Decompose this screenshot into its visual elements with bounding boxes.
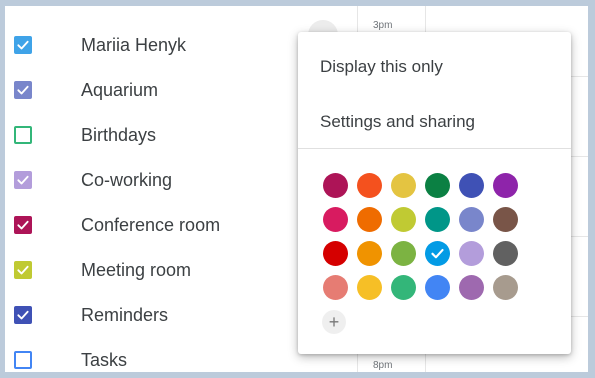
color-swatch[interactable] xyxy=(425,173,450,198)
calendar-checkbox[interactable] xyxy=(14,351,32,369)
calendar-item[interactable]: Tasks xyxy=(5,342,305,372)
calendar-checkbox[interactable] xyxy=(14,216,32,234)
color-swatch[interactable] xyxy=(459,275,484,300)
calendar-item-label: Aquarium xyxy=(81,79,159,100)
color-swatch[interactable] xyxy=(323,275,348,300)
color-swatch[interactable] xyxy=(425,275,450,300)
calendar-item[interactable]: Co-working xyxy=(5,162,305,198)
color-swatch[interactable] xyxy=(493,275,518,300)
checkmark-icon xyxy=(17,265,29,275)
time-label-top: 3pm xyxy=(373,20,393,31)
color-swatch[interactable] xyxy=(391,207,416,232)
color-swatch[interactable] xyxy=(425,207,450,232)
selected-check-icon xyxy=(431,249,444,259)
color-swatch[interactable] xyxy=(323,173,348,198)
color-swatch[interactable] xyxy=(459,207,484,232)
settings-and-sharing-item[interactable]: Settings and sharing xyxy=(298,96,571,148)
calendar-item-label: Birthdays xyxy=(81,124,157,145)
color-swatch[interactable] xyxy=(459,241,484,266)
calendar-item-label: Co-working xyxy=(81,169,173,190)
calendar-checkbox[interactable] xyxy=(14,261,32,279)
calendar-checkbox[interactable] xyxy=(14,171,32,189)
calendar-item[interactable]: Mariia Henyk xyxy=(5,27,305,63)
calendar-checkbox[interactable] xyxy=(14,36,32,54)
display-this-only-item[interactable]: Display this only xyxy=(298,41,571,93)
calendar-item-label: Conference room xyxy=(81,214,221,235)
calendar-item[interactable]: Birthdays xyxy=(5,117,305,153)
color-swatch[interactable] xyxy=(493,241,518,266)
calendar-item-label: Reminders xyxy=(81,304,169,325)
add-custom-color-button[interactable]: + xyxy=(322,310,346,334)
color-swatch[interactable] xyxy=(323,241,348,266)
checkmark-icon xyxy=(17,310,29,320)
color-swatch[interactable] xyxy=(357,275,382,300)
calendar-options-menu: Display this only Settings and sharing + xyxy=(298,32,571,354)
color-swatch[interactable] xyxy=(425,241,450,266)
calendar-window: 3pm 8pm Mariia Henyk Aquarium Birthdays Co-… xyxy=(5,6,588,372)
color-swatch[interactable] xyxy=(323,207,348,232)
checkmark-icon xyxy=(17,175,29,185)
color-swatch[interactable] xyxy=(459,173,484,198)
time-label-bottom: 8pm xyxy=(373,360,393,371)
color-swatch[interactable] xyxy=(493,173,518,198)
checkmark-icon xyxy=(17,85,29,95)
checkmark-icon xyxy=(17,40,29,50)
color-swatch[interactable] xyxy=(391,275,416,300)
calendar-checkbox[interactable] xyxy=(14,306,32,324)
color-swatch[interactable] xyxy=(357,241,382,266)
calendar-checkbox[interactable] xyxy=(14,81,32,99)
calendar-checkbox[interactable] xyxy=(14,126,32,144)
menu-divider xyxy=(298,148,571,149)
calendar-item[interactable]: Meeting room xyxy=(5,252,305,288)
calendar-item-label: Tasks xyxy=(81,349,128,370)
calendar-item[interactable]: Aquarium xyxy=(5,72,305,108)
color-swatch[interactable] xyxy=(391,173,416,198)
calendar-item[interactable]: Conference room xyxy=(5,207,305,243)
color-swatch[interactable] xyxy=(493,207,518,232)
color-swatch[interactable] xyxy=(357,207,382,232)
calendar-item[interactable]: Reminders xyxy=(5,297,305,333)
calendar-item-label: Meeting room xyxy=(81,259,192,280)
checkmark-icon xyxy=(17,220,29,230)
color-swatch[interactable] xyxy=(391,241,416,266)
calendar-item-label: Mariia Henyk xyxy=(81,34,187,55)
color-swatch[interactable] xyxy=(357,173,382,198)
